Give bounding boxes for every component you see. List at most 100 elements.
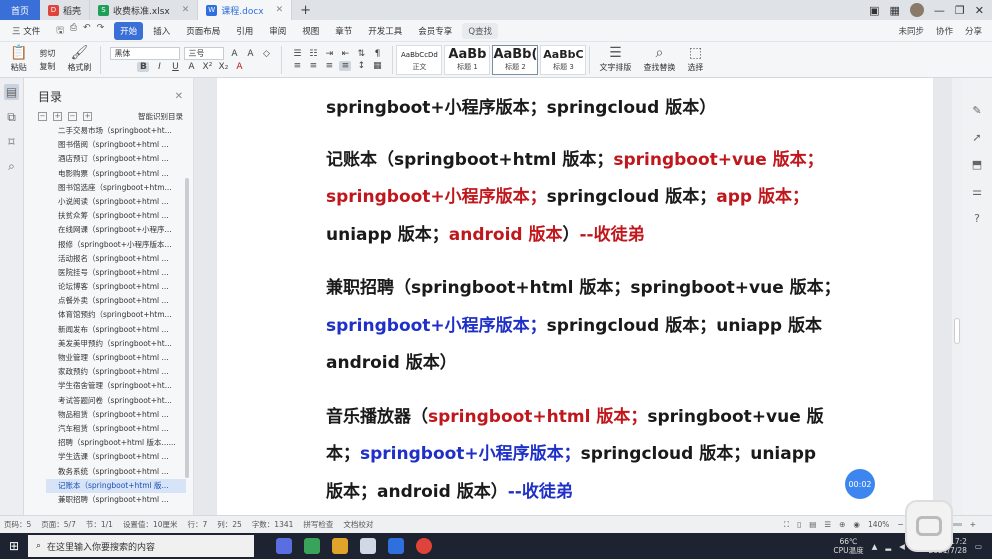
web-view-icon[interactable]: ⊕ <box>839 520 845 529</box>
style-heading-1[interactable]: AaBb 标题 1 <box>444 44 491 75</box>
collaborate-button[interactable]: 协作 <box>936 25 953 37</box>
help-icon[interactable]: ? <box>974 212 980 225</box>
align-left-icon[interactable]: ≡ <box>291 61 303 71</box>
smart-toc-button[interactable]: 智能识别目录 <box>138 111 183 122</box>
folder-icon[interactable] <box>332 538 348 554</box>
toc-item[interactable]: 教务系统（springboot+html ... <box>46 465 186 479</box>
share-button[interactable]: 分享 <box>965 25 982 37</box>
notification-icon[interactable]: ▭ <box>975 542 982 551</box>
justify-icon[interactable]: ≡ <box>339 60 352 71</box>
vertical-scrollbar[interactable] <box>952 78 962 515</box>
app-icon[interactable] <box>276 538 292 554</box>
proofread-button[interactable]: 文档校对 <box>343 519 373 530</box>
close-icon[interactable]: ✕ <box>182 5 190 15</box>
menu-chapter[interactable]: 章节 <box>329 22 358 40</box>
cut-button[interactable]: 剪切 <box>39 48 55 59</box>
save-icon[interactable]: 🖫 <box>56 23 64 39</box>
status-wordcount[interactable]: 字数：1341 <box>252 519 294 530</box>
strikethrough-button[interactable]: A <box>185 62 197 72</box>
style-body[interactable]: AaBbCcDd 正文 <box>396 44 443 75</box>
new-tab-button[interactable]: + <box>292 0 319 20</box>
scroll-thumb[interactable] <box>954 318 960 344</box>
select-button[interactable]: ⬚ 选择 <box>681 46 709 73</box>
toc-item[interactable]: 扶贫众筹（springboot+html ... <box>46 209 186 223</box>
sort-icon[interactable]: ⇅ <box>355 49 367 59</box>
spell-check-button[interactable]: 拼写检查 <box>303 519 333 530</box>
promote-icon[interactable]: + <box>83 112 92 121</box>
toc-item[interactable]: 小说阅读（springboot+html ... <box>46 195 186 209</box>
find-replace-button[interactable]: ⌕ 查找替换 <box>637 46 681 73</box>
select-cursor-icon[interactable]: ➚ <box>972 131 981 144</box>
font-size-select[interactable]: 三号 <box>184 47 225 60</box>
toc-scrollbar[interactable] <box>185 178 189 478</box>
toc-item[interactable]: 物品租赁（springboot+html ... <box>46 408 186 422</box>
italic-button[interactable]: I <box>153 62 165 72</box>
clear-format-icon[interactable]: ◇ <box>260 49 272 59</box>
toc-item[interactable]: 点餐外卖（springboot+html ... <box>46 294 186 308</box>
avatar[interactable] <box>909 3 924 17</box>
grow-font-icon[interactable]: A <box>228 49 240 59</box>
expand-icon[interactable]: + <box>53 112 62 121</box>
menu-devtools[interactable]: 开发工具 <box>362 22 408 40</box>
search-button[interactable]: Q查找 <box>462 22 499 39</box>
paste-button[interactable]: 📋 粘贴 <box>4 46 33 73</box>
menu-review[interactable]: 审阅 <box>263 22 292 40</box>
menu-start[interactable]: 开始 <box>114 21 144 40</box>
undo-icon[interactable]: ↶ <box>83 23 91 39</box>
tab-daoke[interactable]: D 稻壳 <box>40 0 91 20</box>
collapse-icon[interactable]: − <box>38 112 47 121</box>
toc-item[interactable]: 招聘（springboot+html 版本...... <box>46 436 186 450</box>
app-icon[interactable] <box>304 538 320 554</box>
windows-start-icon[interactable]: ⊞ <box>0 539 28 553</box>
menu-insert[interactable]: 插入 <box>147 22 176 40</box>
network-icon[interactable]: ▂ <box>885 542 891 551</box>
shading-icon[interactable]: ▦ <box>371 61 383 71</box>
close-icon[interactable]: ✕ <box>175 91 183 102</box>
toc-item[interactable]: 美发美甲预约（springboot+ht... <box>46 337 186 351</box>
toc-item[interactable]: 在线网课（springboot+小程序... <box>46 223 186 237</box>
print-icon[interactable]: ⎙ <box>70 23 77 39</box>
format-painter-button[interactable]: 🖌 格式刷 <box>61 46 97 73</box>
bookmark-icon[interactable]: ⌑ <box>8 135 14 149</box>
superscript-button[interactable]: X² <box>201 62 213 72</box>
toc-item[interactable]: 二手交易市场（springboot+ht... <box>46 124 186 138</box>
toc-item[interactable]: 兼职招聘（springboot+html ... <box>46 493 186 507</box>
bold-button[interactable]: B <box>137 62 150 72</box>
font-color-button[interactable]: A <box>233 62 245 72</box>
toc-item[interactable]: 图书馆选座（springboot+htm... <box>46 181 186 195</box>
style-heading-2[interactable]: AaBb( 标题 2 <box>492 44 539 75</box>
document-page[interactable]: springboot+小程序版本；springcloud 版本） 记账本（spr… <box>217 78 933 515</box>
toc-item[interactable]: 学生选课（springboot+html ... <box>46 450 186 464</box>
sync-status[interactable]: 未同步 <box>898 25 924 37</box>
layout-icon[interactable]: ▣ <box>869 4 879 17</box>
toc-item[interactable]: 论坛博客（springboot+html ... <box>46 280 186 294</box>
toc-item[interactable]: 考试答题问卷（springboot+ht... <box>46 394 186 408</box>
tab-home[interactable]: 首页 <box>0 0 40 20</box>
tab-docx[interactable]: W 课程.docx ✕ <box>198 0 293 20</box>
close-icon[interactable]: ✕ <box>276 5 284 15</box>
style-icon[interactable]: ⬒ <box>972 158 982 171</box>
outline-icon[interactable]: ▤ <box>3 84 20 100</box>
text-layout-button[interactable]: ☰ 文字排版 <box>593 46 637 73</box>
zoom-out-icon[interactable]: − <box>897 520 903 529</box>
toc-item[interactable]: 学生宿舍管理（springboot+ht... <box>46 379 186 393</box>
menu-view[interactable]: 视图 <box>296 22 325 40</box>
read-mode-icon[interactable]: ▯ <box>797 520 801 529</box>
underline-button[interactable]: U <box>169 62 181 72</box>
zoom-level[interactable]: 140% <box>868 520 889 529</box>
font-name-select[interactable]: 黑体 <box>110 47 181 60</box>
taskbar-search[interactable]: ⌕ 在这里输入你要搜索的内容 <box>28 535 254 557</box>
shrink-font-icon[interactable]: A <box>244 49 256 59</box>
toc-item[interactable]: 新闻发布（springboot+html ... <box>46 323 186 337</box>
menu-layout[interactable]: 页面布局 <box>180 22 226 40</box>
toc-item[interactable]: 酒店预订（springboot+html ... <box>46 152 186 166</box>
toc-item[interactable]: 物业管理（springboot+html ... <box>46 351 186 365</box>
restore-icon[interactable]: ❐ <box>955 4 965 17</box>
fit-icon[interactable]: ⛶ <box>784 520 789 530</box>
edit-icon[interactable]: ✎ <box>972 104 981 117</box>
toc-item[interactable]: 家政预约（springboot+html ... <box>46 365 186 379</box>
toc-item[interactable]: 活动报名（springboot+html ... <box>46 252 186 266</box>
toc-item[interactable]: 记账本（springboot+html 版... <box>46 478 186 493</box>
align-center-icon[interactable]: ≡ <box>307 61 319 71</box>
toc-item[interactable]: 报修（springboot+小程序版本... <box>46 238 186 252</box>
